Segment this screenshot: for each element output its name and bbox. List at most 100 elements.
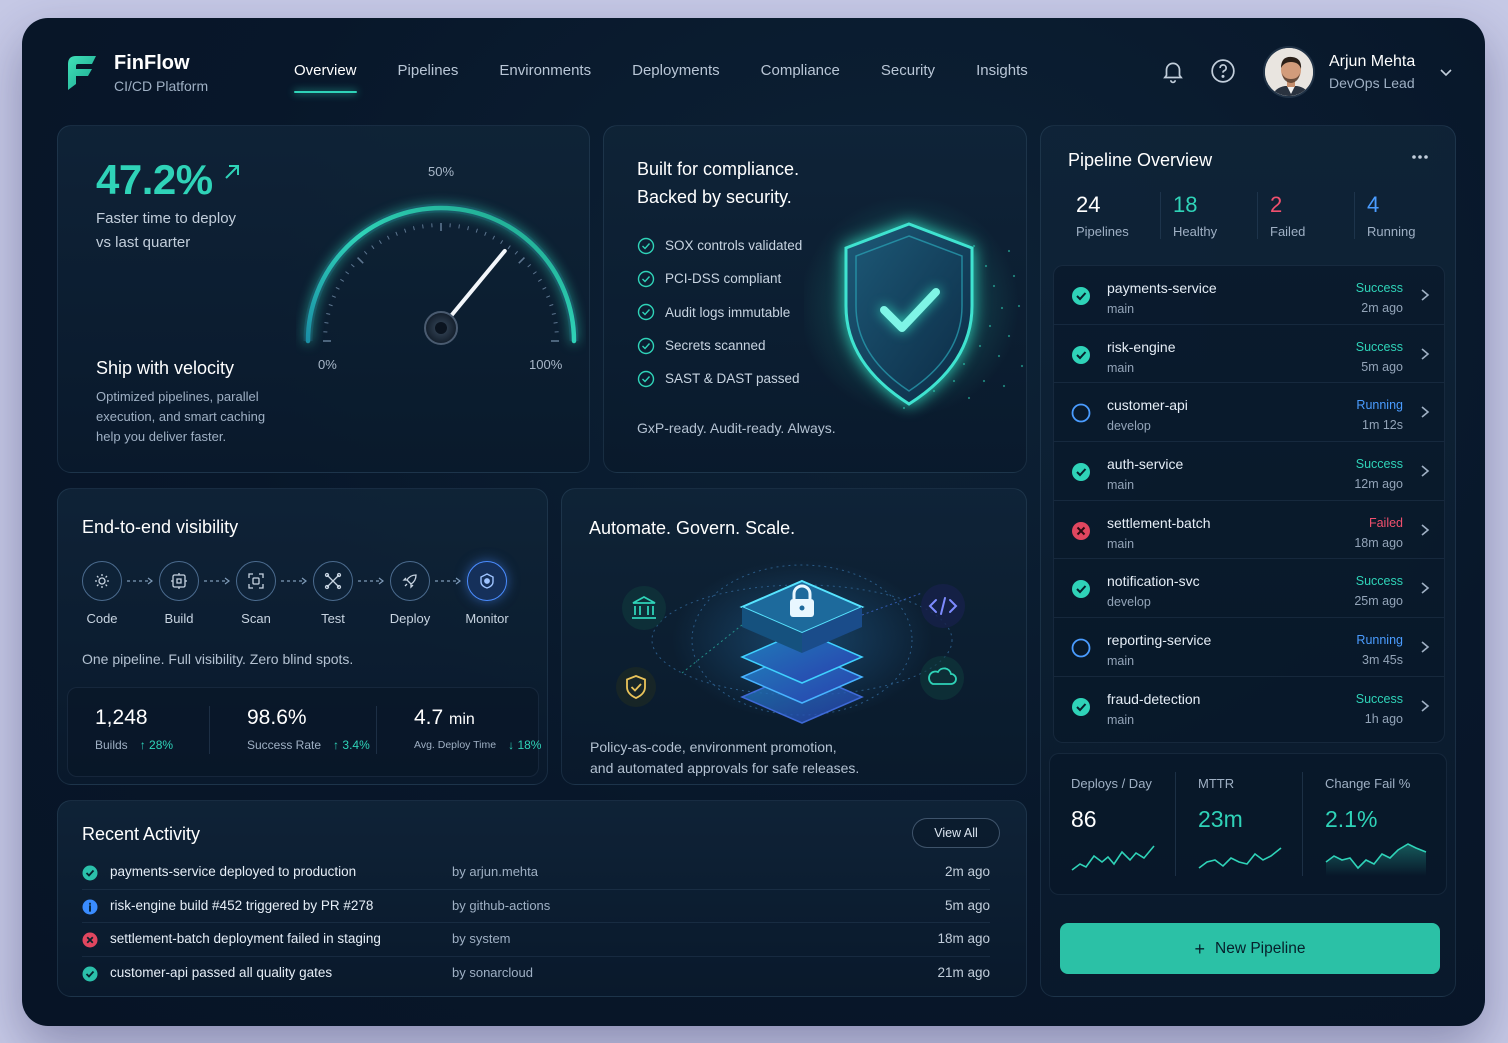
gauge-tick [527, 263, 532, 268]
pipeline-list: payments-service main Success 2m ago risk-en… [1053, 265, 1445, 743]
pipeline-name: fraud-detection [1107, 690, 1201, 707]
chevron-right-icon[interactable] [1420, 581, 1430, 595]
cloud-icon [920, 656, 964, 700]
shield-check-icon [804, 196, 1024, 416]
step-label: Code [86, 611, 118, 626]
brand-logo[interactable]: FinFlow CI/CD Platform [64, 52, 208, 94]
velocity-value: 47.2% [96, 156, 213, 203]
user-role: DevOps Lead [1329, 75, 1415, 91]
pipeline-row[interactable]: notification-svc develop Success 25m ago [1054, 559, 1444, 619]
gauge-tick [537, 278, 542, 282]
success-icon [1072, 345, 1090, 364]
metric-value: 86 [1071, 806, 1097, 832]
activity-actor: by github-actions [452, 897, 551, 913]
pipeline-time: 25m ago [1354, 594, 1403, 609]
activity-row[interactable]: payments-service deployed to production … [82, 856, 990, 890]
chevron-right-icon[interactable] [1420, 464, 1430, 478]
gauge-tick [542, 286, 547, 290]
pipeline-row[interactable]: settlement-batch main Failed 18m ago [1054, 501, 1444, 560]
chevron-right-icon[interactable] [1420, 523, 1430, 537]
activity-row[interactable]: customer-api passed all quality gates by… [82, 957, 990, 991]
failed-icon [1072, 521, 1090, 540]
pipeline-status: Running [1356, 398, 1403, 413]
nav-insights[interactable]: Insights [976, 62, 1028, 93]
pstat-failed[interactable]: 2 Failed [1257, 192, 1354, 239]
stat-value: 98.6% [247, 706, 307, 729]
activity-text: settlement-batch deployment failed in st… [110, 931, 381, 946]
help-icon[interactable] [1210, 58, 1236, 84]
recent-activity-card: Recent Activity View All payments-servic… [57, 800, 1027, 997]
velocity-body-3: help you deliver faster. [96, 429, 227, 444]
pipeline-row[interactable]: customer-api develop Running 1m 12s [1054, 383, 1444, 443]
stat-value: 1,248 [95, 706, 148, 729]
chevron-right-icon[interactable] [1420, 405, 1430, 419]
pstat-label: Running [1367, 224, 1416, 239]
pipeline-time: 1h ago [1364, 711, 1403, 726]
gauge-tick [546, 295, 551, 298]
view-all-button[interactable]: View All [912, 818, 1000, 848]
pipeline-time: 18m ago [1354, 535, 1403, 550]
activity-row[interactable]: settlement-batch deployment failed in st… [82, 923, 990, 957]
sparkline-change-fail [1325, 843, 1427, 876]
step-deploy[interactable]: Deploy [390, 561, 430, 626]
pipeline-status: Success [1355, 574, 1403, 589]
nav-environments[interactable]: Environments [499, 62, 591, 93]
activity-time: 5m ago [944, 897, 990, 913]
pstat-healthy[interactable]: 18 Healthy [1160, 192, 1257, 239]
automate-body-1: Policy-as-code, environment promotion, [590, 739, 837, 755]
gauge-tick [467, 226, 470, 231]
step-test[interactable]: Test [313, 561, 353, 626]
success-icon [1072, 697, 1090, 716]
step-scan[interactable]: Scan [236, 561, 276, 626]
step-code[interactable]: Code [82, 561, 122, 626]
chevron-right-icon[interactable] [1420, 288, 1430, 302]
new-pipeline-label: New Pipeline [1215, 939, 1306, 957]
gauge-tick [514, 250, 519, 255]
gauge-tick [500, 240, 504, 245]
chevron-right-icon[interactable] [1420, 347, 1430, 361]
chevron-right-icon[interactable] [1420, 699, 1430, 713]
nav-compliance[interactable]: Compliance [761, 62, 840, 93]
pipeline-branch: main [1107, 302, 1135, 316]
pipeline-row[interactable]: payments-service main Success 2m ago [1054, 266, 1444, 325]
metric-value: 23m [1198, 806, 1243, 832]
pipeline-time: 3m 45s [1362, 653, 1403, 668]
more-options-icon[interactable] [1411, 154, 1429, 160]
stat-deploy-time: 4.7 min Avg. Deploy Time ↓ 18% [414, 706, 541, 752]
pipeline-time: 2m ago [1361, 301, 1403, 315]
pstat-pipelines[interactable]: 24 Pipelines [1065, 192, 1160, 239]
gauge-tick [404, 228, 407, 233]
gauge-tick [518, 256, 526, 264]
pipeline-row[interactable]: risk-engine main Success 5m ago [1054, 325, 1444, 384]
gauge-tick [335, 286, 340, 290]
rocket-icon [402, 574, 417, 589]
step-label: Scan [241, 611, 271, 626]
chevron-down-icon[interactable] [1439, 65, 1453, 79]
compliance-title-1: Built for compliance. [637, 159, 800, 179]
nav-security[interactable]: Security [881, 62, 935, 93]
pstat-running[interactable]: 4 Running [1354, 192, 1451, 239]
bell-icon[interactable] [1160, 58, 1186, 84]
step-build[interactable]: Build [159, 561, 199, 626]
pipeline-row[interactable]: reporting-service main Running 3m 45s [1054, 618, 1444, 677]
check-circle-icon [637, 370, 655, 388]
pstat-value: 24 [1076, 192, 1101, 217]
step-monitor[interactable]: Monitor [465, 561, 509, 626]
pipeline-row[interactable]: auth-service main Success 12m ago [1054, 442, 1444, 501]
running-icon [1071, 638, 1091, 658]
new-pipeline-button[interactable]: + New Pipeline [1060, 923, 1440, 974]
step-label: Build [164, 611, 194, 626]
activity-row[interactable]: risk-engine build #452 triggered by PR #… [82, 890, 990, 923]
metric-value: 2.1% [1325, 806, 1378, 832]
pipeline-name: auth-service [1107, 456, 1184, 473]
pipeline-row[interactable]: fraud-detection main Success 1h ago [1054, 677, 1444, 736]
check-item: PCI-DSS compliant [637, 262, 802, 295]
user-menu[interactable]: Arjun Mehta DevOps Lead [1263, 46, 1453, 98]
gauge-tick [395, 231, 398, 236]
check-item: Secrets scanned [637, 329, 802, 362]
nav-deployments[interactable]: Deployments [632, 62, 720, 93]
nav-pipelines[interactable]: Pipelines [398, 62, 459, 93]
nav-overview[interactable]: Overview [294, 62, 357, 93]
activity-time: 2m ago [944, 864, 990, 879]
chevron-right-icon[interactable] [1420, 640, 1430, 654]
